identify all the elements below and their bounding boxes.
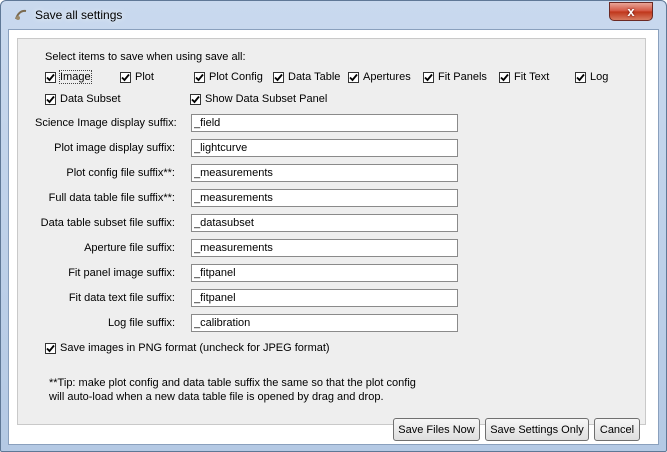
show-data-subset-panel-checkbox-label: Show Data Subset Panel	[205, 93, 328, 105]
window-title: Save all settings	[35, 8, 123, 22]
log-suffix-label: Log file suffix:	[107, 317, 175, 329]
fit-text-checkbox-label: Fit Text	[514, 71, 550, 83]
data-subset-checkbox-label: Data Subset	[60, 93, 121, 105]
checkmark-icon	[194, 71, 205, 83]
fit-panels-checkbox-label: Fit Panels	[438, 71, 487, 83]
data-table-checkbox[interactable]: Data Table	[273, 71, 340, 83]
dialog-window: Save all settings x Select items to save…	[0, 0, 667, 452]
image-checkbox-label: Image	[59, 70, 92, 84]
fit-data-text-suffix-label: Fit data text file suffix:	[68, 292, 175, 304]
plot-config-suffix-label: Plot config file suffix**:	[66, 167, 175, 179]
full-data-table-suffix-label: Full data table file suffix**:	[48, 192, 175, 204]
tip-line-2: will auto-load when a new data table fil…	[49, 391, 384, 403]
plot-image-suffix-label: Plot image display suffix:	[54, 142, 175, 154]
plot-checkbox-label: Plot	[135, 71, 154, 83]
data-table-subset-suffix-label: Data table subset file suffix:	[40, 217, 175, 229]
full-data-table-suffix-input[interactable]	[191, 189, 458, 207]
save-settings-only-button[interactable]: Save Settings Only	[485, 418, 589, 441]
png-format-checkbox[interactable]: Save images in PNG format (uncheck for J…	[45, 342, 330, 354]
png-format-checkbox-label: Save images in PNG format (uncheck for J…	[60, 342, 330, 354]
image-checkbox[interactable]: Image	[45, 70, 92, 84]
checkmark-icon	[120, 71, 131, 83]
checkmark-icon	[348, 71, 359, 83]
close-button[interactable]: x	[609, 2, 653, 21]
data-table-checkbox-label: Data Table	[288, 71, 341, 83]
checkmark-icon	[45, 342, 56, 354]
checkmark-icon	[273, 71, 284, 83]
show-data-subset-panel-checkbox[interactable]: Show Data Subset Panel	[190, 93, 327, 105]
plot-config-suffix-input[interactable]	[191, 164, 458, 182]
dialog-content: Select items to save when using save all…	[8, 29, 659, 445]
intro-text: Select items to save when using save all…	[45, 51, 246, 63]
checkmark-icon	[45, 93, 56, 105]
data-table-subset-suffix-input[interactable]	[191, 214, 458, 232]
log-checkbox[interactable]: Log	[575, 71, 608, 83]
aperture-suffix-label: Aperture file suffix:	[84, 242, 175, 254]
settings-panel: Select items to save when using save all…	[17, 38, 646, 425]
fit-panels-checkbox[interactable]: Fit Panels	[423, 71, 487, 83]
aperture-suffix-input[interactable]	[191, 239, 458, 257]
science-image-suffix-label: Science Image display suffix:	[35, 117, 177, 129]
log-suffix-input[interactable]	[191, 314, 458, 332]
app-icon	[14, 8, 28, 22]
apertures-checkbox[interactable]: Apertures	[348, 71, 411, 83]
fit-panel-image-suffix-label: Fit panel image suffix:	[68, 267, 175, 279]
fit-panel-image-suffix-input[interactable]	[191, 264, 458, 282]
checkmark-icon	[190, 93, 201, 105]
checkmark-icon	[499, 71, 510, 83]
fit-data-text-suffix-input[interactable]	[191, 289, 458, 307]
apertures-checkbox-label: Apertures	[363, 71, 411, 83]
plot-checkbox[interactable]: Plot	[120, 71, 154, 83]
plot-config-checkbox[interactable]: Plot Config	[194, 71, 263, 83]
checkmark-icon	[575, 71, 586, 83]
science-image-suffix-input[interactable]	[191, 114, 458, 132]
checkmark-icon	[423, 71, 434, 83]
tip-line-1: **Tip: make plot config and data table s…	[49, 377, 416, 389]
title-bar[interactable]: Save all settings x	[1, 1, 666, 29]
checkmark-icon	[45, 71, 56, 83]
cancel-button[interactable]: Cancel	[594, 418, 640, 441]
data-subset-checkbox[interactable]: Data Subset	[45, 93, 121, 105]
log-checkbox-label: Log	[590, 71, 609, 83]
plot-image-suffix-input[interactable]	[191, 139, 458, 157]
fit-text-checkbox[interactable]: Fit Text	[499, 71, 549, 83]
plot-config-checkbox-label: Plot Config	[209, 71, 263, 83]
close-icon: x	[627, 4, 635, 19]
save-files-now-button[interactable]: Save Files Now	[393, 418, 480, 441]
